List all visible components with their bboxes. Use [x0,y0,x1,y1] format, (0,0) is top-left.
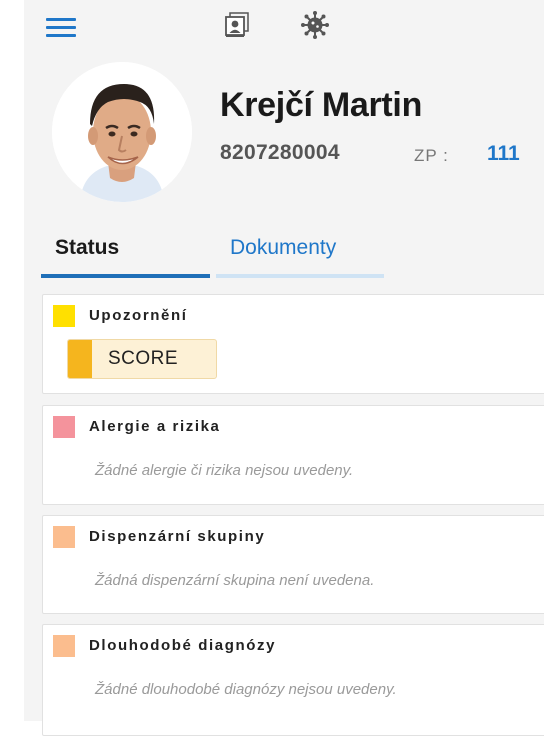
insurance-label: ZP : [414,146,449,165]
score-badge-strip [68,340,92,378]
left-margin [0,0,24,721]
allergies-color-marker [53,416,75,438]
allergies-title: Alergie a rizika [89,418,221,435]
allergies-empty-text: Žádné alergie či rizika nejsou uvedeny. [95,462,354,479]
score-badge[interactable]: SCORE [67,339,217,379]
dispensary-card: Dispenzární skupiny Žádná dispenzární sk… [42,515,544,614]
diagnoses-card: Dlouhodobé diagnózy Žádné dlouhodobé dia… [42,624,544,736]
tab-documents-label: Dokumenty [230,236,337,259]
diagnoses-title: Dlouhodobé diagnózy [89,637,277,654]
hamburger-menu-icon[interactable] [46,18,76,40]
tab-status[interactable]: Status [41,236,210,278]
warnings-card: Upozornění SCORE [42,294,544,394]
tab-documents[interactable]: Dokumenty [216,236,384,278]
toolbar [24,0,544,44]
patient-card-icon[interactable] [222,10,252,40]
avatar [52,62,192,202]
diagnoses-empty-text: Žádné dlouhodobé diagnózy nejsou uvedeny… [95,681,397,698]
patient-photo [52,62,192,202]
warnings-color-marker [53,305,75,327]
insurance-code: 111 [487,142,520,165]
dispensary-title: Dispenzární skupiny [89,528,266,545]
dispensary-empty-text: Žádná dispenzární skupina není uvedena. [95,572,375,589]
panel-content: Krejčí Martin 8207280004 ZP : 111 Status… [24,0,544,736]
tab-status-label: Status [55,236,120,259]
allergies-card: Alergie a rizika Žádné alergie či rizika… [42,405,544,505]
dispensary-color-marker [53,526,75,548]
patient-panel: Krejčí Martin 8207280004 ZP : 111 Status… [0,0,544,736]
patient-id: 8207280004 [220,141,340,164]
warnings-title: Upozornění [89,307,188,324]
diagnoses-color-marker [53,635,75,657]
score-badge-label: SCORE [108,348,179,369]
tab-status-underline [41,274,210,278]
tab-documents-underline [216,274,384,278]
virus-icon[interactable] [300,10,330,40]
patient-name: Krejčí Martin [220,86,423,124]
